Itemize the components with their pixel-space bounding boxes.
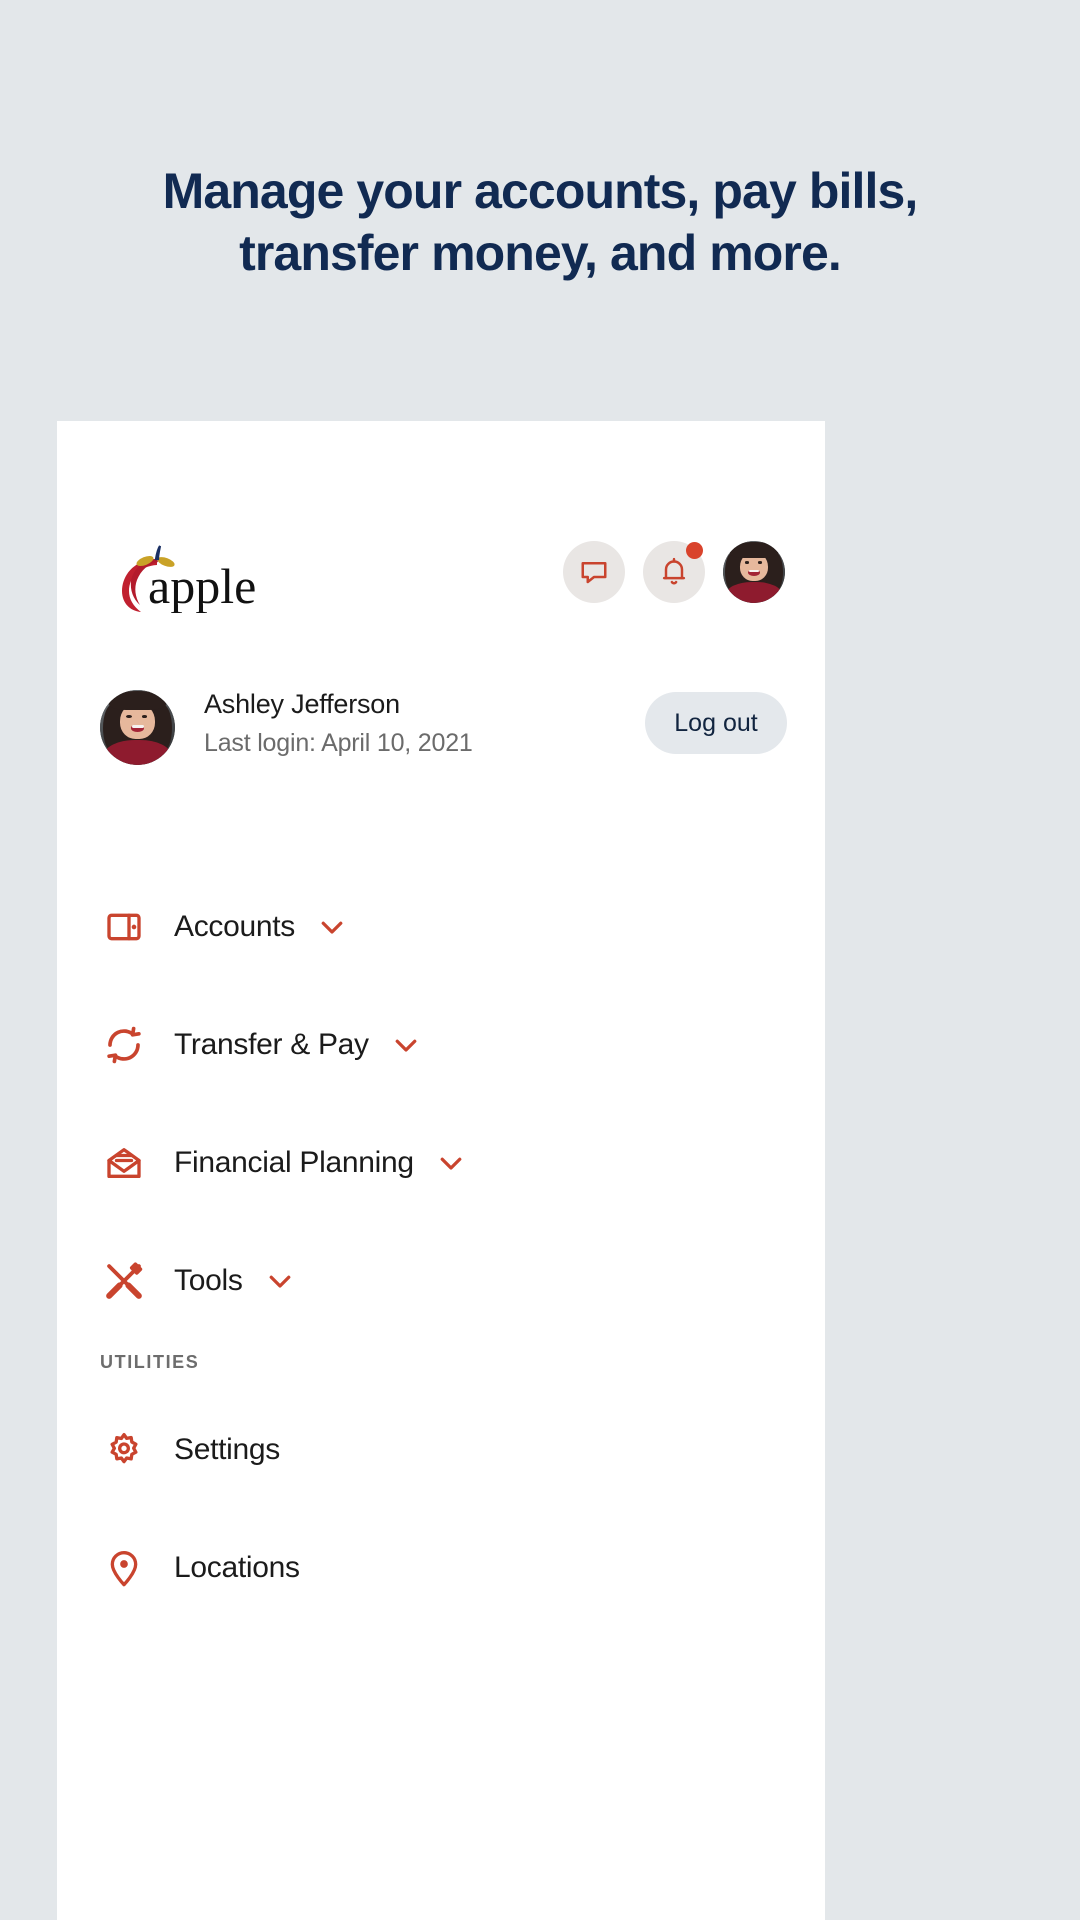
location-pin-icon: [100, 1544, 148, 1592]
notification-badge: [686, 542, 703, 559]
main-navigation: Accounts Transfer & Pay Financial Planni…: [57, 868, 825, 1627]
nav-label: Locations: [174, 1551, 300, 1584]
app-card: apple Ashley Jefferson Last login: April…: [57, 421, 825, 1920]
last-login: Last login: April 10, 2021: [204, 729, 473, 757]
nav-label: Tools: [174, 1264, 243, 1297]
user-summary: Ashley Jefferson Last login: April 10, 2…: [57, 686, 825, 796]
notifications-button[interactable]: [643, 541, 705, 603]
nav-item-settings[interactable]: Settings: [57, 1391, 825, 1509]
svg-text:apple: apple: [148, 558, 256, 613]
page-title: Manage your accounts, pay bills, transfe…: [0, 160, 1080, 284]
wallet-icon: [100, 903, 148, 951]
app-topbar: apple: [57, 531, 825, 621]
nav-label: Settings: [174, 1433, 280, 1466]
tools-icon: [100, 1257, 148, 1305]
message-icon: [579, 557, 609, 587]
user-text-block: Ashley Jefferson Last login: April 10, 2…: [204, 686, 473, 761]
chevron-down-icon[interactable]: [436, 1148, 466, 1178]
nav-label: Financial Planning: [174, 1146, 414, 1179]
section-label-utilities: UTILITIES: [100, 1352, 200, 1372]
nav-item-accounts[interactable]: Accounts: [57, 868, 825, 986]
transfer-icon: [100, 1021, 148, 1069]
log-out-button[interactable]: Log out: [645, 692, 787, 754]
nav-item-tools[interactable]: Tools: [57, 1222, 825, 1340]
avatar[interactable]: [723, 541, 785, 603]
chevron-down-icon[interactable]: [265, 1266, 295, 1296]
messages-button[interactable]: [563, 541, 625, 603]
topbar-actions: [563, 541, 785, 603]
chevron-down-icon[interactable]: [317, 912, 347, 942]
nav-item-locations[interactable]: Locations: [57, 1509, 825, 1627]
chevron-down-icon[interactable]: [391, 1030, 421, 1060]
avatar-photo: [723, 541, 785, 603]
page-title-line-1: Manage your accounts, pay bills,: [162, 163, 919, 219]
nav-label: Accounts: [174, 910, 295, 943]
envelope-icon: [100, 1139, 148, 1187]
user-avatar-photo: [100, 690, 175, 765]
nav-item-financial-planning[interactable]: Financial Planning: [57, 1104, 825, 1222]
page-root: Manage your accounts, pay bills, transfe…: [0, 0, 1080, 1920]
gear-icon: [100, 1426, 148, 1474]
nav-item-transfer-and-pay[interactable]: Transfer & Pay: [57, 986, 825, 1104]
user-name: Ashley Jefferson: [204, 689, 400, 719]
nav-label: Transfer & Pay: [174, 1028, 369, 1061]
bell-icon: [659, 556, 689, 588]
page-title-line-2: transfer money, and more.: [239, 225, 842, 281]
user-avatar[interactable]: [100, 690, 175, 765]
apple-logo[interactable]: apple: [100, 541, 275, 613]
